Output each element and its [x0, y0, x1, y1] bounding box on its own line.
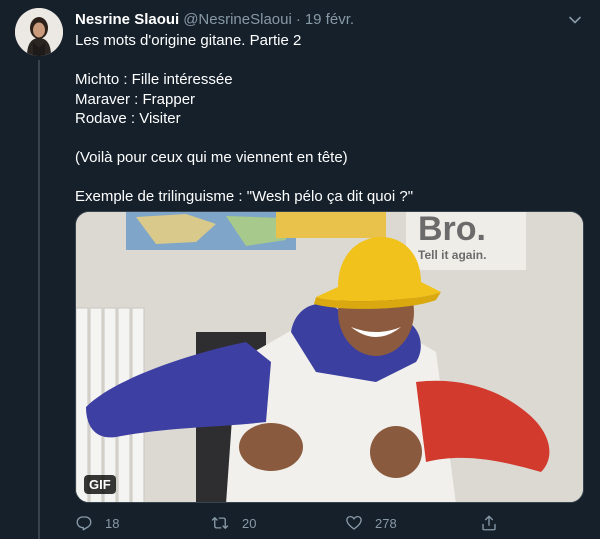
retweet-button[interactable]: 20	[210, 514, 256, 532]
chevron-down-icon	[569, 16, 581, 24]
more-options-button[interactable]	[564, 9, 586, 31]
text-line: Michto : Fille intéressée	[75, 71, 233, 88]
tweet-header: Nesrine Slaoui @NesrineSlaoui · 19 févr.	[75, 9, 560, 29]
gif-media[interactable]: Bro. Tell it again. GIF	[75, 211, 584, 503]
author-handle[interactable]: @NesrineSlaoui	[183, 11, 292, 28]
like-count: 278	[375, 515, 397, 531]
reply-button[interactable]: 18	[75, 514, 119, 532]
tweet-actions: 18 20 278	[75, 511, 505, 535]
text-line: Les mots d'origine gitane. Partie 2	[75, 32, 302, 49]
avatar[interactable]	[15, 8, 63, 56]
author-name[interactable]: Nesrine Slaoui	[75, 11, 179, 28]
reply-count: 18	[105, 515, 120, 531]
tweet-text: Les mots d'origine gitane. Partie 2 Mich…	[75, 31, 580, 207]
reply-icon	[76, 516, 92, 531]
poster-text-2: Tell it again.	[418, 248, 486, 262]
gif-badge: GIF	[84, 475, 116, 494]
text-line: Rodave : Visiter	[75, 110, 181, 127]
gif-frame: Bro. Tell it again.	[76, 212, 583, 502]
tweet[interactable]: Nesrine Slaoui @NesrineSlaoui · 19 févr.…	[0, 0, 600, 539]
retweet-count: 20	[242, 515, 257, 531]
separator-dot: ·	[295, 10, 301, 28]
heart-icon	[346, 515, 362, 530]
tweet-date[interactable]: 19 févr.	[305, 11, 354, 28]
thread-line	[38, 60, 40, 539]
share-icon	[482, 515, 496, 531]
share-button[interactable]	[480, 514, 510, 532]
avatar-image	[15, 8, 63, 56]
text-line: Exemple de trilinguisme : "Wesh pélo ça …	[75, 188, 414, 205]
text-line: Maraver : Frapper	[75, 90, 196, 108]
retweet-icon	[211, 517, 229, 529]
like-button[interactable]: 278	[345, 514, 397, 532]
text-line: (Voilà pour ceux qui me viennent en tête…	[75, 149, 348, 166]
poster-text-1: Bro.	[418, 212, 486, 248]
